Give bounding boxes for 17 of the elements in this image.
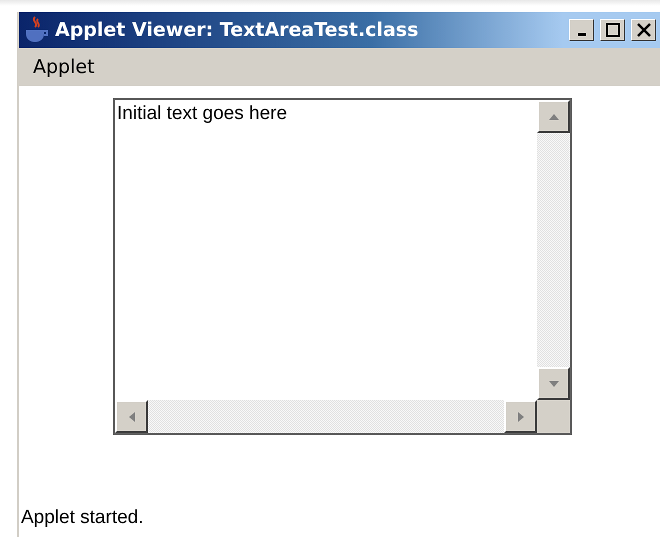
minimize-icon [578, 33, 586, 36]
horizontal-scrollbar[interactable] [115, 400, 537, 433]
close-button[interactable] [631, 19, 656, 41]
maximize-icon [606, 23, 620, 37]
scroll-right-button[interactable] [504, 400, 537, 433]
status-text: Applet started. [21, 507, 145, 529]
text-area[interactable]: Initial text goes here [115, 100, 537, 400]
maximize-button[interactable] [600, 19, 625, 41]
scroll-up-button[interactable] [537, 100, 570, 133]
window-title: Applet Viewer: TextAreaTest.class [55, 19, 420, 41]
menu-item[interactable]: Applet [31, 56, 97, 78]
scroll-down-button[interactable] [537, 367, 570, 400]
vertical-scrollbar[interactable] [537, 100, 570, 400]
coffee-cup-icon [23, 16, 49, 44]
close-icon [636, 23, 650, 37]
minimize-button[interactable] [569, 19, 594, 41]
scroll-left-button[interactable] [115, 400, 148, 433]
